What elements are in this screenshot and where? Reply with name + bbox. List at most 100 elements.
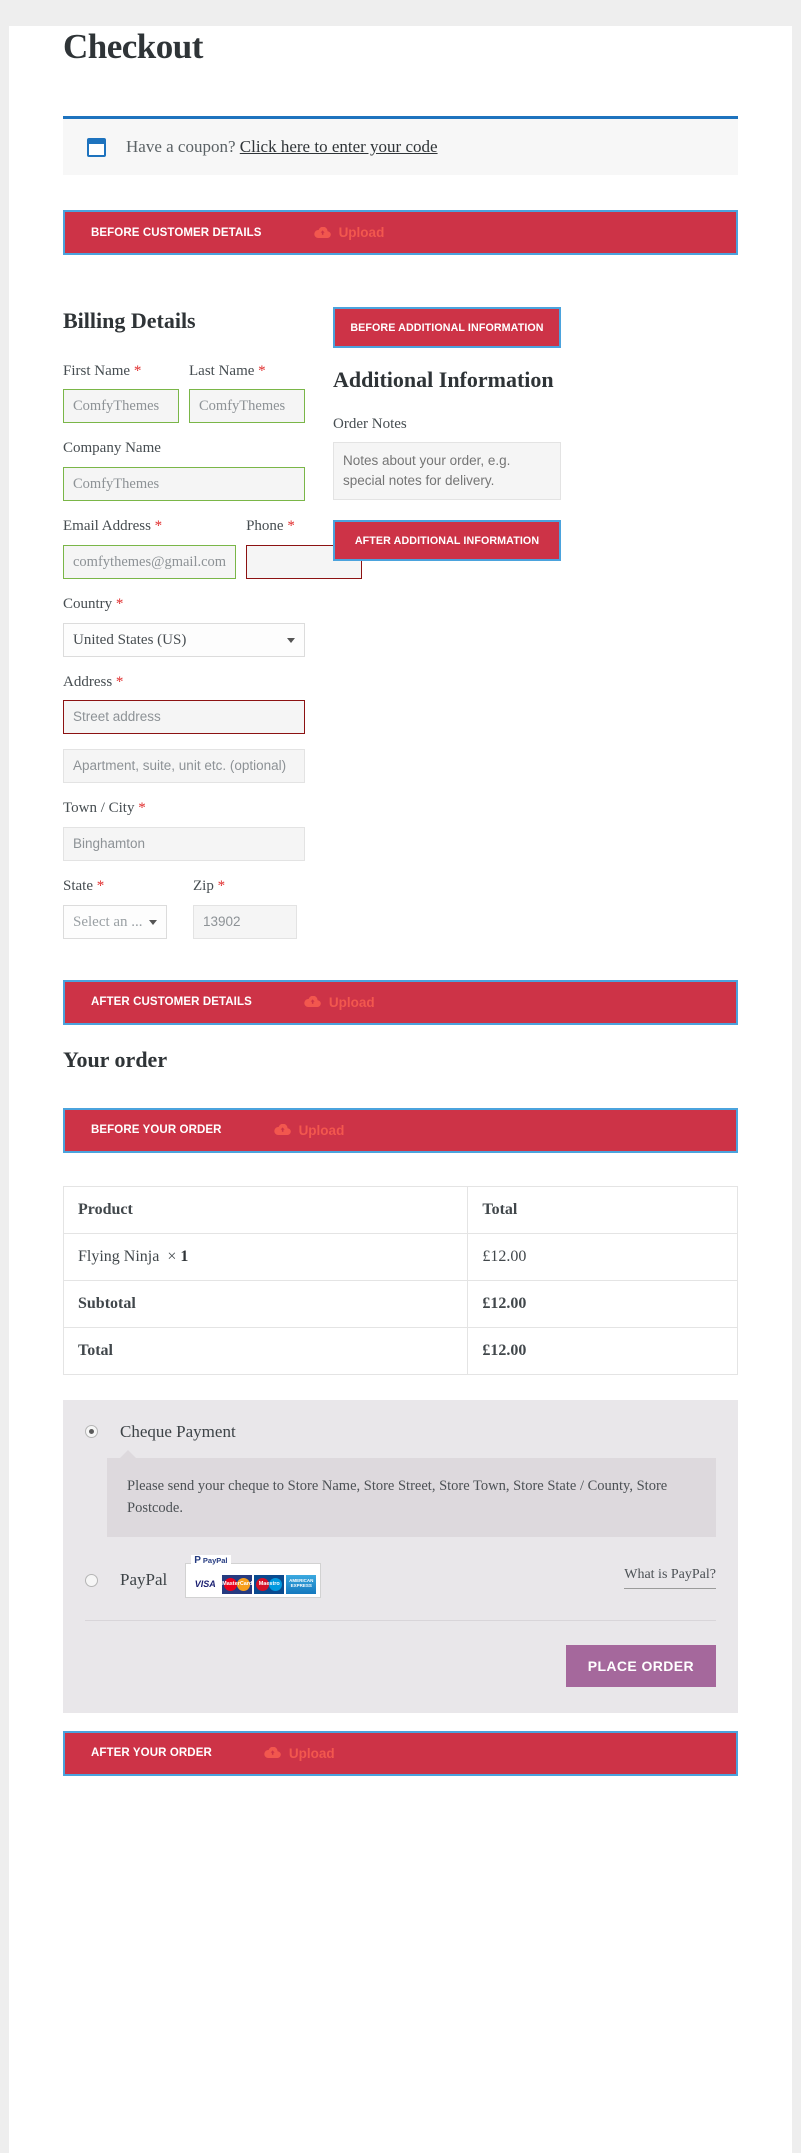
chevron-down-icon xyxy=(149,919,157,925)
additional-heading: Additional Information xyxy=(333,367,554,392)
coupon-text: Have a coupon? Click here to enter your … xyxy=(126,137,438,157)
upload-label: Upload xyxy=(288,1745,335,1761)
cloud-upload-icon xyxy=(313,226,331,239)
payment-label-paypal: PayPal xyxy=(120,1570,168,1590)
payment-option-cheque[interactable]: Cheque Payment xyxy=(85,1422,716,1442)
radio-paypal[interactable] xyxy=(85,1573,98,1587)
state-zip-row: State * Select an ... Zip * 13902 xyxy=(63,876,305,954)
order-notes-input[interactable] xyxy=(333,442,561,501)
cell-subtotal-value: £12.00 xyxy=(467,1279,738,1328)
hook-before-customer-details: BEFORE CUSTOMER DETAILS Upload xyxy=(63,210,738,255)
address-label: Address * xyxy=(63,672,305,694)
city-label: Town / City * xyxy=(63,798,305,820)
mastercard-label: MasterCard xyxy=(222,1581,253,1588)
table-row: Total £12.00 xyxy=(62,1326,738,1375)
cloud-upload-icon xyxy=(273,1124,291,1136)
column-header-total: Total xyxy=(467,1185,738,1234)
mastercard-card-icon: MasterCard xyxy=(222,1574,253,1594)
zip-label-text: Zip xyxy=(193,878,214,894)
coupon-notice: Have a coupon? Click here to enter your … xyxy=(63,116,738,175)
address-line1-input[interactable]: Street address xyxy=(63,700,305,735)
upload-label: Upload xyxy=(328,994,375,1010)
upload-button[interactable]: Upload xyxy=(273,1123,344,1138)
address-line2-input[interactable]: Apartment, suite, unit etc. (optional) xyxy=(63,749,305,784)
checkout-page: Checkout Have a coupon? Click here to en… xyxy=(0,26,801,2153)
city-input[interactable]: Binghamton xyxy=(63,827,305,861)
cloud-upload-icon xyxy=(304,996,321,1008)
company-name-input[interactable]: ComfyThemes xyxy=(63,467,305,501)
field-country: Country * United States (US) xyxy=(63,594,305,657)
cell-subtotal-label: Subtotal xyxy=(62,1279,469,1328)
state-label-text: State xyxy=(63,878,93,894)
what-is-paypal-link[interactable]: What is PayPal? xyxy=(624,1567,716,1589)
name-row: First Name * ComfyThemes Last Name * Com… xyxy=(63,361,305,439)
cell-total: £12.00 xyxy=(467,1232,738,1281)
email-label: Email Address * xyxy=(63,516,236,538)
hook-label: AFTER ADDITIONAL INFORMATION xyxy=(354,534,540,547)
cell-product: Flying Ninja × 1 xyxy=(62,1232,469,1281)
field-address-1: Address * Street address xyxy=(63,672,305,735)
hook-label: BEFORE CUSTOMER DETAILS xyxy=(91,226,262,239)
product-quantity: 1 xyxy=(180,1247,189,1265)
upload-button[interactable]: Upload xyxy=(313,225,385,240)
company-name-label: Company Name xyxy=(63,440,161,457)
required-mark: * xyxy=(217,878,226,894)
city-label-text: Town / City xyxy=(63,800,135,817)
hook-after-customer-details: AFTER CUSTOMER DETAILS Upload xyxy=(63,979,738,1025)
coupon-question: Have a coupon? xyxy=(126,137,240,156)
order-heading: Your order xyxy=(63,1046,168,1072)
first-name-label-text: First Name xyxy=(63,362,131,379)
field-zip: Zip * 13902 xyxy=(193,876,297,939)
accepted-cards-group: P PayPal VISA MasterCard Maestro AMERICAN… xyxy=(185,1554,322,1598)
maestro-label: Maestro xyxy=(258,1581,280,1588)
place-order-row: PLACE ORDER xyxy=(85,1619,716,1713)
page-title: Checkout xyxy=(63,27,203,66)
hook-label: BEFORE YOUR ORDER xyxy=(91,1124,222,1137)
email-phone-row: Email Address * comfythemes@gmail.com Ph… xyxy=(63,516,363,594)
country-select[interactable]: United States (US) xyxy=(63,622,305,657)
hook-after-additional-information: AFTER ADDITIONAL INFORMATION xyxy=(333,520,561,562)
field-company-name: Company Name ComfyThemes xyxy=(63,438,305,501)
last-name-input[interactable]: ComfyThemes xyxy=(189,389,305,424)
paypal-logo: P PayPal xyxy=(191,1554,231,1566)
hook-label: AFTER YOUR ORDER xyxy=(91,1747,212,1760)
upload-button[interactable]: Upload xyxy=(264,1746,335,1761)
last-name-label: Last Name * xyxy=(189,361,305,383)
email-label-text: Email Address xyxy=(63,518,151,534)
country-label: Country * xyxy=(63,594,305,616)
upload-label: Upload xyxy=(338,225,385,240)
field-first-name: First Name * ComfyThemes xyxy=(63,361,179,424)
coupon-ticket-icon xyxy=(87,137,106,157)
checkout-columns: Billing Details First Name * ComfyThemes… xyxy=(63,307,738,954)
state-select[interactable]: Select an ... xyxy=(63,904,167,939)
table-row: Flying Ninja × 1 £12.00 xyxy=(62,1232,738,1281)
cloud-upload-icon xyxy=(264,1747,281,1759)
state-selected-value: Select an ... xyxy=(73,913,143,930)
field-state: State * Select an ... xyxy=(63,876,167,939)
first-name-input[interactable]: ComfyThemes xyxy=(63,389,179,424)
table-row: Subtotal £12.00 xyxy=(62,1279,738,1328)
country-label-text: Country xyxy=(63,595,113,612)
hook-before-additional-information: BEFORE ADDITIONAL INFORMATION xyxy=(333,307,561,348)
payment-label-cheque: Cheque Payment xyxy=(120,1421,236,1441)
place-order-button[interactable]: PLACE ORDER xyxy=(565,1644,716,1687)
upload-button[interactable]: Upload xyxy=(304,995,375,1010)
additional-info-column: BEFORE ADDITIONAL INFORMATION Additional… xyxy=(333,307,561,562)
address-label-text: Address xyxy=(63,673,113,690)
order-review-table: Product Total Flying Ninja × 1 £12.00 Su… xyxy=(62,1185,738,1375)
coupon-link[interactable]: Click here to enter your code xyxy=(240,137,438,156)
required-mark: * xyxy=(287,518,295,534)
required-mark: * xyxy=(115,673,124,690)
column-header-product: Product xyxy=(62,1185,469,1234)
payment-option-paypal[interactable]: PayPal P PayPal VISA MasterCard Maestro A… xyxy=(85,1554,716,1620)
last-name-label-text: Last Name xyxy=(189,362,255,379)
radio-cheque[interactable] xyxy=(85,1425,98,1439)
product-name: Flying Ninja xyxy=(78,1247,160,1265)
table-header-row: Product Total xyxy=(62,1185,738,1234)
zip-input[interactable]: 13902 xyxy=(193,904,297,939)
billing-heading: Billing Details xyxy=(63,308,196,333)
order-notes-label: Order Notes xyxy=(333,415,407,432)
email-input[interactable]: comfythemes@gmail.com xyxy=(63,544,237,579)
phone-label-text: Phone xyxy=(246,518,284,534)
required-mark: * xyxy=(96,878,105,894)
